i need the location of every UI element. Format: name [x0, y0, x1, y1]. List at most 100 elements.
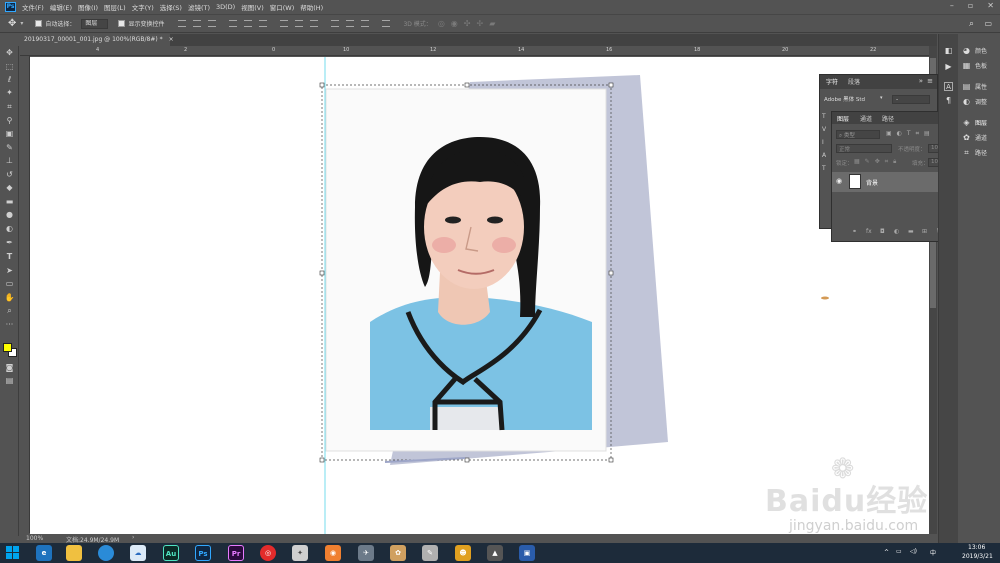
search-icon[interactable]: ⌕	[969, 19, 974, 29]
link-layers-icon[interactable]: ⚭	[852, 228, 857, 235]
document-tab[interactable]: 20190317_00001_001.jpg @ 100%(RGB/8#) * …	[20, 34, 174, 46]
status-arrow-icon[interactable]: ›	[132, 534, 134, 541]
app-icon-6[interactable]: ☻	[455, 545, 471, 561]
screen-mode-icon[interactable]: ▤	[4, 376, 15, 386]
more-tools-icon[interactable]: ···	[4, 320, 15, 330]
menu-file[interactable]: 文件(F)	[22, 2, 44, 12]
app-icon-7[interactable]: ▲	[487, 545, 503, 561]
clock-date[interactable]: 2019/3/21	[962, 553, 993, 560]
app-icon-2[interactable]: ◉	[325, 545, 341, 561]
character-panel-icon[interactable]: A	[944, 82, 953, 91]
healing-brush-icon[interactable]: ▣	[4, 129, 15, 139]
auto-select-checkbox[interactable]	[35, 20, 43, 27]
premiere-icon[interactable]: Pr	[228, 545, 244, 561]
zoom-level[interactable]: 100%	[26, 535, 43, 542]
menu-layer[interactable]: 图层(L)	[104, 2, 126, 12]
gradient-tool-icon[interactable]: ▬	[4, 197, 15, 207]
history-brush-icon[interactable]: ↺	[4, 170, 15, 180]
blur-tool-icon[interactable]: ●	[4, 210, 15, 220]
3d-slide-icon[interactable]: ✢	[476, 19, 483, 28]
dock-layers[interactable]: ◈ 图层	[962, 118, 987, 127]
browser-icon[interactable]	[98, 545, 114, 561]
actions-play-icon[interactable]: ▶	[944, 62, 953, 71]
filter-smart-icon[interactable]: ▤	[924, 130, 935, 137]
crop-tool-icon[interactable]: ⌗	[4, 102, 15, 112]
distribute-right-icon[interactable]	[361, 20, 370, 27]
3d-scale-icon[interactable]: ▰	[489, 19, 495, 28]
dock-channels[interactable]: ✿ 通道	[962, 133, 987, 142]
blend-mode-select[interactable]: 正常	[836, 144, 892, 153]
layer-thumbnail[interactable]	[849, 174, 861, 189]
menu-type[interactable]: 文字(Y)	[132, 2, 154, 12]
type-tool-icon[interactable]: T	[4, 252, 15, 262]
tab-paragraph[interactable]: 段落	[848, 77, 860, 86]
baidu-netdisk-icon[interactable]: ☁	[130, 545, 146, 561]
lasso-tool-icon[interactable]: ℓ	[4, 75, 15, 85]
lock-pixels-icon[interactable]: ▦	[854, 158, 865, 165]
distribute-vcenter-icon[interactable]	[295, 20, 304, 27]
tool-preset-chevron-icon[interactable]: ▾	[20, 20, 23, 27]
close-tab-icon[interactable]: ×	[169, 36, 174, 43]
tab-layers[interactable]: 图层	[837, 114, 849, 123]
photoshop-taskbar-icon[interactable]: Ps	[195, 545, 211, 561]
pen-tool-icon[interactable]: ✒	[4, 238, 15, 248]
new-group-icon[interactable]: ▬	[908, 228, 914, 235]
add-mask-icon[interactable]: ◘	[880, 228, 885, 235]
marquee-tool-icon[interactable]: ⬚	[4, 62, 15, 72]
eyedropper-icon[interactable]: ⚲	[4, 116, 15, 126]
dock-paths[interactable]: ⌗ 路径	[962, 148, 987, 157]
network-icon[interactable]: ▭	[896, 548, 902, 555]
font-family-select[interactable]: Adobe 黑体 Std	[824, 95, 886, 104]
panel-menu-icon[interactable]: ≡	[927, 77, 933, 85]
app-icon-3[interactable]: ✈	[358, 545, 374, 561]
menu-3d[interactable]: 3D(D)	[216, 3, 235, 11]
layer-filter-box[interactable]: ⌕ 类型	[836, 130, 880, 139]
align-bottom-icon[interactable]	[208, 20, 217, 27]
volume-icon[interactable]: ◁)	[910, 548, 917, 555]
panel-collapse-icon[interactable]: »	[919, 77, 923, 85]
audition-icon[interactable]: Au	[163, 545, 179, 561]
new-adjustment-icon[interactable]: ◐	[894, 228, 899, 235]
app-icon-8[interactable]: ▣	[519, 545, 535, 561]
layer-style-icon[interactable]: fx	[866, 228, 872, 235]
foreground-color-swatch[interactable]	[3, 343, 12, 352]
move-tool-icon[interactable]: ✥	[8, 18, 16, 29]
move-tool-icon[interactable]: ✥	[4, 48, 15, 58]
brush-tool-icon[interactable]: ✎	[4, 143, 15, 153]
align-top-icon[interactable]	[178, 20, 187, 27]
filter-type-icon[interactable]: T	[907, 130, 916, 137]
lock-all-icon[interactable]: 🔒︎	[893, 158, 901, 165]
app-icon-1[interactable]: ✦	[292, 545, 308, 561]
show-transform-checkbox[interactable]	[118, 20, 126, 27]
font-family-chevron-icon[interactable]: ▾	[880, 95, 883, 101]
align-vcenter-icon[interactable]	[193, 20, 202, 27]
distribute-left-icon[interactable]	[331, 20, 340, 27]
magic-wand-icon[interactable]: ✦	[4, 88, 15, 98]
clock-time[interactable]: 13:06	[968, 544, 985, 551]
app-icon-5[interactable]: ✎	[422, 545, 438, 561]
history-icon[interactable]: ◧	[944, 46, 953, 55]
menu-select[interactable]: 选择(S)	[160, 2, 182, 12]
dock-properties[interactable]: ▤ 属性	[962, 82, 987, 91]
tab-paths[interactable]: 路径	[882, 114, 894, 123]
stamp-tool-icon[interactable]: ⊥	[4, 156, 15, 166]
path-selection-icon[interactable]: ➤	[4, 266, 15, 276]
menu-window[interactable]: 窗口(W)	[270, 2, 295, 12]
paragraph-panel-icon[interactable]: ¶	[944, 96, 953, 105]
ime-indicator[interactable]: 中	[930, 548, 936, 557]
ie-browser-icon[interactable]: e	[36, 545, 52, 561]
filter-pixel-icon[interactable]: ▣	[886, 130, 897, 137]
quick-mask-icon[interactable]: ◙	[4, 363, 15, 373]
netease-music-icon[interactable]: ◎	[260, 545, 276, 561]
distribute-bottom-icon[interactable]	[310, 20, 319, 27]
lock-move-icon[interactable]: ✥	[875, 158, 885, 165]
tray-chevron-icon[interactable]: ^	[884, 549, 889, 556]
layer-name[interactable]: 背景	[866, 178, 878, 187]
align-left-icon[interactable]	[229, 20, 238, 27]
hand-tool-icon[interactable]: ✋	[4, 293, 15, 303]
dock-adjustments[interactable]: ◐ 调整	[962, 97, 987, 106]
visibility-eye-icon[interactable]: ◉	[836, 177, 842, 185]
file-explorer-icon[interactable]	[66, 545, 82, 561]
align-hcenter-icon[interactable]	[244, 20, 253, 27]
zoom-tool-icon[interactable]: ⌕	[4, 306, 15, 316]
